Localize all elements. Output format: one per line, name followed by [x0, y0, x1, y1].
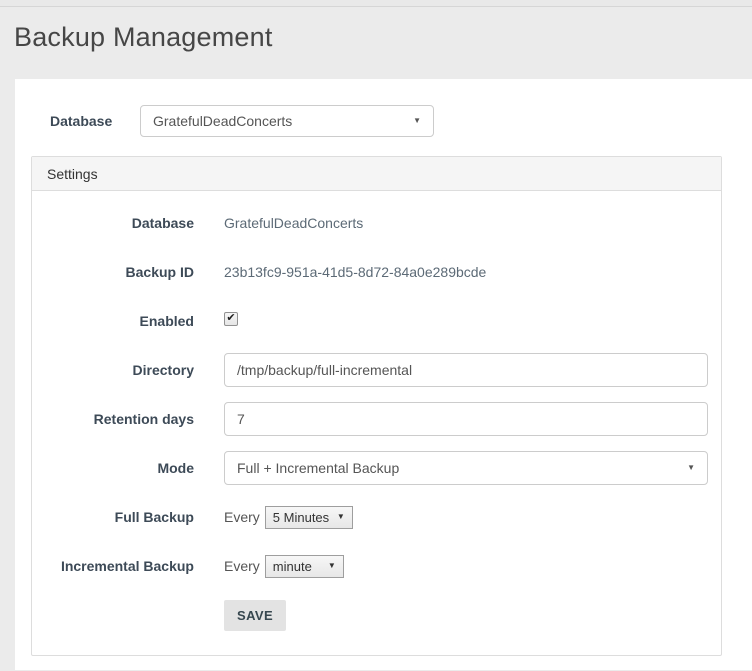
database-selector-row: Database GratefulDeadConcerts ▼ [15, 79, 752, 156]
settings-panel-body: Database GratefulDeadConcerts Backup ID … [32, 191, 721, 655]
enabled-checkbox[interactable]: ✔ [224, 312, 238, 326]
content-card: Database GratefulDeadConcerts ▼ Settings… [15, 79, 752, 670]
save-button[interactable]: SAVE [224, 600, 286, 631]
incremental-backup-label: Incremental Backup [47, 558, 224, 574]
settings-panel: Settings Database GratefulDeadConcerts B… [31, 156, 722, 656]
directory-input[interactable] [224, 353, 708, 387]
database-selector-label: Database [50, 113, 140, 129]
page-title: Backup Management [14, 22, 752, 53]
chevron-down-icon: ▼ [337, 513, 345, 521]
chevron-down-icon: ▼ [413, 117, 421, 125]
database-select-value: GratefulDeadConcerts [153, 113, 292, 129]
backup-id-row: Backup ID 23b13fc9-951a-41d5-8d72-84a0e2… [47, 255, 706, 289]
mode-row: Mode Full + Incremental Backup ▼ [47, 451, 706, 485]
enabled-row: Enabled ✔ [47, 304, 706, 338]
mode-select[interactable]: Full + Incremental Backup ▼ [224, 451, 708, 485]
incremental-backup-every-text: Every [224, 558, 260, 574]
settings-panel-heading: Settings [32, 157, 721, 191]
checkmark-icon: ✔ [226, 313, 235, 324]
database-label: Database [47, 215, 224, 231]
full-backup-interval-select[interactable]: 5 Minutes ▼ [265, 506, 353, 529]
retention-days-row: Retention days [47, 402, 706, 436]
backup-id-label: Backup ID [47, 264, 224, 280]
incremental-backup-interval-value: minute [273, 559, 312, 574]
full-backup-every-text: Every [224, 509, 260, 525]
mode-label: Mode [47, 460, 224, 476]
page-header: Backup Management [0, 7, 752, 79]
backup-id-value: 23b13fc9-951a-41d5-8d72-84a0e289bcde [224, 264, 486, 280]
database-static-row: Database GratefulDeadConcerts [47, 206, 706, 240]
enabled-label: Enabled [47, 313, 224, 329]
incremental-backup-interval-select[interactable]: minute ▼ [265, 555, 344, 578]
chevron-down-icon: ▼ [328, 562, 336, 570]
directory-row: Directory [47, 353, 706, 387]
directory-label: Directory [47, 362, 224, 378]
full-backup-row: Full Backup Every 5 Minutes ▼ [47, 500, 706, 534]
save-row: SAVE [224, 598, 706, 632]
full-backup-label: Full Backup [47, 509, 224, 525]
retention-days-label: Retention days [47, 411, 224, 427]
database-select[interactable]: GratefulDeadConcerts ▼ [140, 105, 434, 137]
top-divider [0, 0, 752, 7]
database-value: GratefulDeadConcerts [224, 215, 363, 231]
full-backup-interval-value: 5 Minutes [273, 510, 329, 525]
mode-select-value: Full + Incremental Backup [237, 460, 399, 476]
chevron-down-icon: ▼ [687, 464, 695, 472]
incremental-backup-row: Incremental Backup Every minute ▼ [47, 549, 706, 583]
retention-days-input[interactable] [224, 402, 708, 436]
